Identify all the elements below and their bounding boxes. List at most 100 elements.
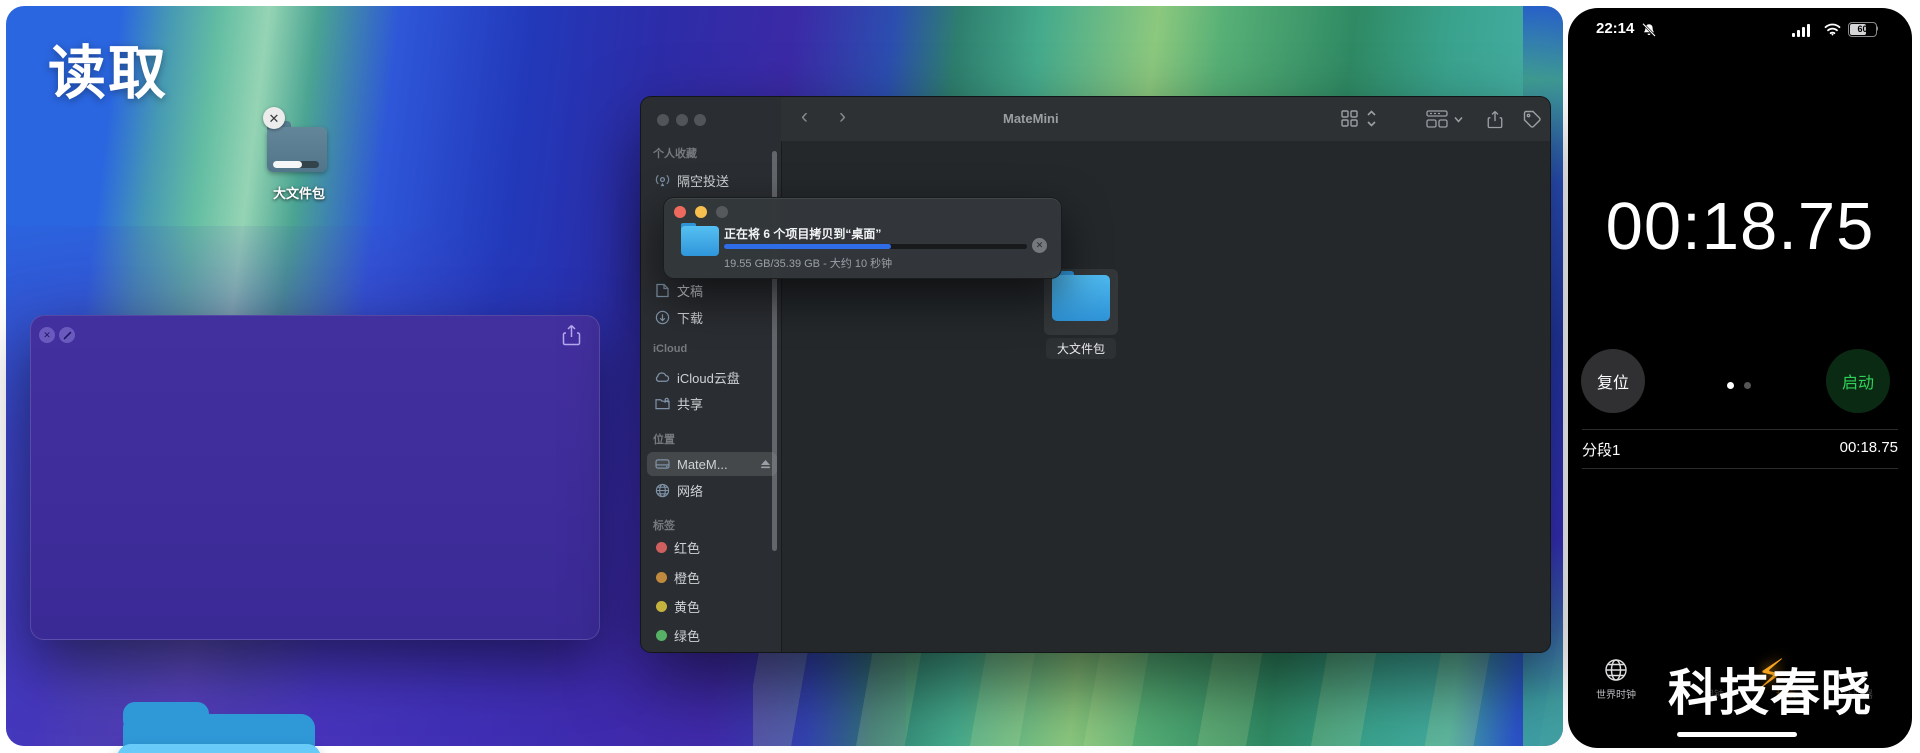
screenshot-canvas: 读取 ✕ 大文件包 ✕ 大文件包 35.39 GB，7个项目 上次修改时间：20… bbox=[0, 0, 1920, 753]
red-tag-dot bbox=[656, 541, 667, 553]
lap-time: 00:18.75 bbox=[1839, 439, 1898, 456]
overlay-caption: 读取 bbox=[48, 41, 169, 106]
globe-icon bbox=[654, 482, 670, 498]
battery-percentage: 60 bbox=[1857, 24, 1868, 34]
status-bar-time: 22:14 bbox=[1596, 20, 1635, 37]
world-clock-globe-icon bbox=[1584, 658, 1648, 682]
airdrop-icon bbox=[654, 172, 670, 188]
page-dot-active[interactable] bbox=[1727, 382, 1734, 389]
stop-copy-button[interactable]: ✕ bbox=[1032, 238, 1047, 253]
group-by-icon bbox=[1426, 110, 1448, 128]
forward-button[interactable]: › bbox=[839, 106, 846, 127]
sidebar-item-label: 红色 bbox=[674, 540, 701, 556]
sidebar-item-icloud-drive[interactable]: iCloud云盘 bbox=[647, 365, 777, 389]
shared-folder-icon bbox=[654, 395, 670, 411]
reset-button[interactable]: 复位 bbox=[1581, 349, 1645, 413]
desktop-folder-progress-fill bbox=[273, 161, 302, 168]
lap-separator-bottom bbox=[1582, 468, 1898, 469]
sidebar-item-label: 网络 bbox=[677, 483, 704, 499]
content-folder-label[interactable]: 大文件包 bbox=[1046, 338, 1116, 359]
window-zoom-button[interactable] bbox=[694, 114, 706, 126]
grid-view-icon bbox=[1341, 110, 1358, 127]
desktop-folder-label: 大文件包 bbox=[272, 186, 325, 201]
copy-progress-fill bbox=[724, 244, 891, 249]
sidebar-item-label: 下载 bbox=[677, 310, 704, 326]
quicklook-panel: ✕ 大文件包 35.39 GB，7个项目 上次修改时间：2025年7月14日 0… bbox=[30, 315, 600, 753]
home-indicator[interactable] bbox=[1677, 732, 1797, 737]
start-button[interactable]: 启动 bbox=[1826, 349, 1890, 413]
iphone-screen: 22:14 60 00:18.75 复位 启动 分段1 00:18.75 世界时… bbox=[1568, 8, 1912, 748]
content-folder-icon[interactable] bbox=[1052, 275, 1110, 321]
green-tag-dot bbox=[656, 629, 667, 641]
channel-watermark: 科技春晓 bbox=[1668, 665, 1872, 721]
sidebar-item-tag-yellow[interactable]: 黄色 bbox=[647, 594, 777, 618]
cellular-signal-icon bbox=[1792, 23, 1816, 37]
cancel-copy-badge[interactable]: ✕ bbox=[263, 107, 285, 129]
stopwatch-display: 00:18.75 bbox=[1605, 189, 1875, 264]
quicklook-share-button[interactable] bbox=[562, 324, 581, 346]
sidebar-item-label: MateM... bbox=[677, 456, 728, 472]
dialog-minimize-button[interactable] bbox=[695, 206, 707, 218]
desktop-folder-icon[interactable] bbox=[267, 127, 327, 172]
sidebar-item-documents[interactable]: 文稿 bbox=[647, 278, 777, 302]
document-icon bbox=[654, 282, 670, 298]
sidebar-item-downloads[interactable]: 下载 bbox=[647, 305, 777, 329]
disk-drive-icon bbox=[654, 456, 670, 472]
window-minimize-button[interactable] bbox=[676, 114, 688, 126]
dialog-close-button[interactable] bbox=[674, 206, 686, 218]
bell-slash-icon bbox=[1642, 23, 1656, 37]
share-icon bbox=[1487, 111, 1503, 129]
dialog-folder-icon bbox=[681, 226, 719, 256]
copy-status-text: 正在将 6 个项目拷贝到“桌面” bbox=[724, 227, 882, 241]
share-button[interactable] bbox=[1487, 110, 1503, 129]
sidebar-item-tag-red[interactable]: 红色 bbox=[647, 535, 777, 559]
sidebar-item-label: iCloud云盘 bbox=[677, 370, 740, 386]
sidebar-item-label: 共享 bbox=[677, 396, 704, 412]
window-close-button[interactable] bbox=[657, 114, 669, 126]
tags-button[interactable] bbox=[1523, 110, 1541, 128]
finder-sidebar: 个人收藏 隔空投送 文稿 下载 iCloud iCloud云盘 共享 位置 Ma… bbox=[641, 97, 782, 652]
lap-separator-top bbox=[1582, 429, 1898, 430]
battery-icon: 60 bbox=[1848, 22, 1877, 37]
dialog-zoom-button bbox=[716, 206, 728, 218]
copy-progress-track bbox=[724, 244, 1027, 249]
back-button[interactable]: ‹ bbox=[801, 106, 808, 127]
markup-icon bbox=[63, 331, 71, 339]
quicklook-close-button[interactable]: ✕ bbox=[39, 327, 55, 343]
page-dot-inactive[interactable] bbox=[1744, 382, 1751, 389]
copy-progress-dialog: 正在将 6 个项目拷贝到“桌面” 19.55 GB/35.39 GB - 大约 … bbox=[663, 197, 1062, 279]
eject-icon[interactable] bbox=[760, 459, 771, 469]
sidebar-item-label: 文稿 bbox=[677, 283, 704, 299]
tab-world-clock[interactable]: 世界时钟 bbox=[1584, 658, 1648, 701]
sidebar-item-label: 黄色 bbox=[674, 599, 701, 615]
sidebar-item-label: 绿色 bbox=[674, 628, 701, 644]
group-button[interactable] bbox=[1426, 110, 1448, 128]
quicklook-folder-icon bbox=[117, 744, 321, 753]
icon-view-button[interactable] bbox=[1341, 110, 1358, 127]
view-sort-stepper[interactable] bbox=[1366, 109, 1377, 128]
sidebar-item-label: 隔空投送 bbox=[677, 173, 730, 189]
sidebar-header-icloud: iCloud bbox=[653, 343, 688, 355]
updown-chevrons-icon bbox=[1367, 110, 1376, 127]
sidebar-item-tag-green[interactable]: 绿色 bbox=[647, 623, 777, 647]
group-chevron-icon bbox=[1454, 116, 1463, 123]
wifi-icon bbox=[1824, 23, 1841, 36]
sidebar-item-airdrop[interactable]: 隔空投送 bbox=[647, 168, 777, 192]
tag-icon bbox=[1523, 110, 1541, 128]
sidebar-header-locations: 位置 bbox=[653, 434, 675, 446]
quicklook-markup-button[interactable] bbox=[59, 327, 75, 343]
cloud-icon bbox=[654, 369, 670, 385]
sidebar-item-shared[interactable]: 共享 bbox=[647, 391, 777, 415]
lap-label: 分段1 bbox=[1582, 442, 1621, 459]
download-circle-icon bbox=[654, 309, 670, 325]
sidebar-item-label: 橙色 bbox=[674, 570, 701, 586]
battery-nub bbox=[1876, 26, 1878, 31]
tab-label: 世界时钟 bbox=[1596, 690, 1636, 701]
sidebar-item-tag-orange[interactable]: 橙色 bbox=[647, 565, 777, 589]
share-icon bbox=[562, 324, 581, 346]
copy-detail-text: 19.55 GB/35.39 GB - 大约 10 秒钟 bbox=[724, 258, 893, 270]
sidebar-header-tags: 标签 bbox=[653, 520, 675, 532]
sidebar-item-matemini[interactable]: MateM... bbox=[647, 452, 777, 476]
sidebar-item-network[interactable]: 网络 bbox=[647, 478, 777, 502]
sidebar-header-favorites: 个人收藏 bbox=[653, 148, 697, 160]
